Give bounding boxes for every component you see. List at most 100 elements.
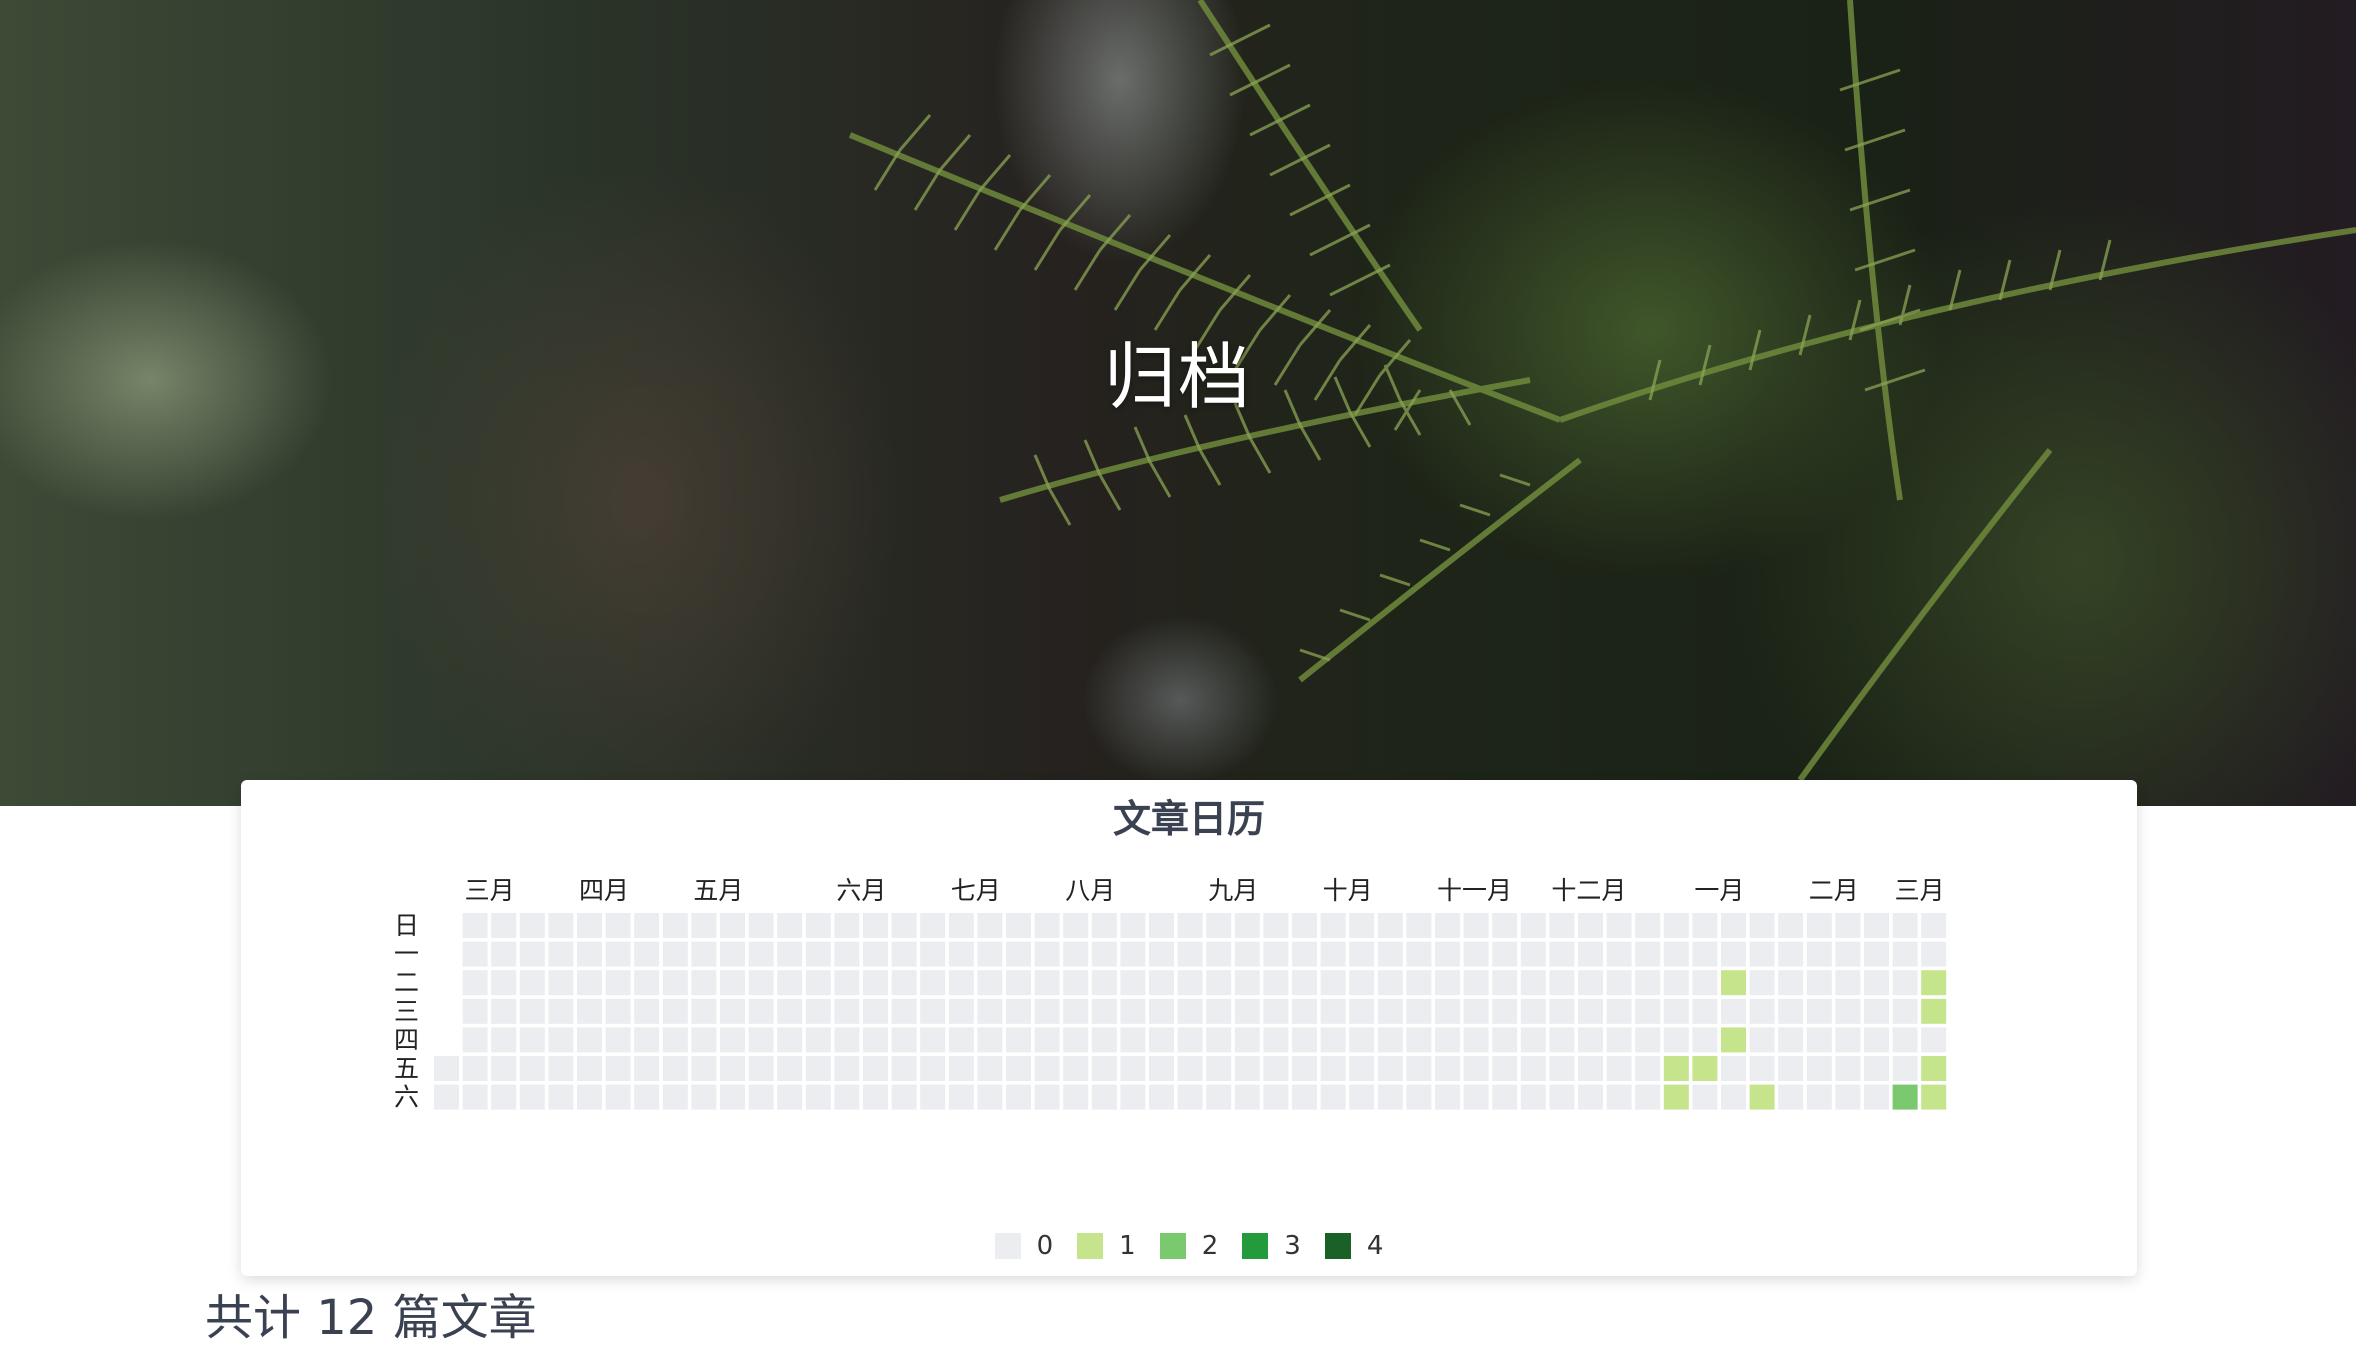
calendar-day-cell[interactable] [1149, 1056, 1174, 1081]
calendar-day-cell[interactable] [777, 1027, 803, 1053]
calendar-day-cell[interactable] [1091, 998, 1117, 1024]
calendar-day-cell[interactable] [462, 941, 488, 967]
calendar-day-cell[interactable] [977, 998, 1003, 1024]
calendar-day-cell[interactable] [1377, 970, 1403, 996]
calendar-day-cell[interactable] [634, 998, 660, 1024]
calendar-day-cell[interactable] [491, 1084, 517, 1110]
calendar-day-cell[interactable] [1778, 941, 1804, 967]
calendar-day-cell[interactable] [1892, 941, 1918, 967]
calendar-day-cell[interactable] [920, 1027, 946, 1053]
calendar-day-cell[interactable] [1320, 1084, 1346, 1110]
calendar-day-cell[interactable] [1206, 998, 1232, 1024]
calendar-day-cell[interactable] [1320, 1056, 1346, 1081]
calendar-day-cell[interactable] [1520, 1084, 1546, 1110]
calendar-day-cell[interactable] [834, 970, 860, 996]
calendar-day-cell[interactable] [691, 941, 717, 967]
calendar-day-cell[interactable] [834, 1056, 860, 1081]
calendar-day-cell[interactable] [1263, 1027, 1289, 1053]
calendar-day-cell[interactable] [1120, 1084, 1146, 1110]
calendar-day-cell[interactable] [1091, 1084, 1117, 1110]
calendar-day-cell[interactable] [1435, 913, 1460, 938]
calendar-day-cell[interactable] [548, 1084, 574, 1110]
calendar-day-cell[interactable] [1864, 1056, 1889, 1081]
calendar-day-cell[interactable] [1892, 913, 1918, 938]
calendar-day-cell[interactable] [634, 913, 660, 938]
calendar-day-cell[interactable] [948, 1056, 974, 1081]
calendar-day-cell[interactable] [519, 1027, 545, 1053]
calendar-day-cell[interactable] [720, 970, 745, 996]
calendar-day-cell[interactable] [1892, 970, 1918, 996]
calendar-day-cell[interactable] [748, 970, 774, 996]
calendar-day-cell[interactable] [1864, 913, 1889, 938]
calendar-day-cell[interactable] [863, 998, 888, 1024]
calendar-day-cell[interactable] [1349, 970, 1375, 996]
calendar-day-cell[interactable] [634, 1084, 660, 1110]
calendar-day-cell[interactable] [1234, 970, 1260, 996]
calendar-day-cell[interactable] [777, 970, 803, 996]
calendar-day-cell[interactable] [462, 970, 488, 996]
calendar-day-cell[interactable] [1349, 941, 1375, 967]
calendar-day-cell[interactable] [1549, 913, 1575, 938]
calendar-day-cell[interactable] [605, 941, 631, 967]
calendar-day-cell[interactable] [548, 970, 574, 996]
calendar-day-cell[interactable] [920, 941, 946, 967]
calendar-day-cell[interactable] [977, 941, 1003, 967]
calendar-day-cell[interactable] [863, 913, 888, 938]
calendar-day-cell[interactable] [748, 1027, 774, 1053]
calendar-day-cell[interactable] [605, 998, 631, 1024]
calendar-day-cell[interactable] [834, 1027, 860, 1053]
calendar-day-cell[interactable] [605, 1027, 631, 1053]
calendar-day-cell[interactable] [1921, 1056, 1947, 1081]
calendar-day-cell[interactable] [1177, 998, 1203, 1024]
calendar-day-cell[interactable] [1606, 970, 1632, 996]
calendar-day-cell[interactable] [948, 998, 974, 1024]
calendar-day-cell[interactable] [1520, 941, 1546, 967]
calendar-day-cell[interactable] [834, 998, 860, 1024]
calendar-day-cell[interactable] [748, 941, 774, 967]
calendar-day-cell[interactable] [1063, 998, 1089, 1024]
calendar-day-cell[interactable] [1549, 1084, 1575, 1110]
calendar-day-cell[interactable] [1606, 1027, 1632, 1053]
calendar-day-cell[interactable] [948, 913, 974, 938]
calendar-day-cell[interactable] [519, 1084, 545, 1110]
calendar-day-cell[interactable] [1234, 941, 1260, 967]
calendar-day-cell[interactable] [1063, 941, 1089, 967]
calendar-day-cell[interactable] [748, 913, 774, 938]
calendar-day-cell[interactable] [1835, 913, 1861, 938]
calendar-day-cell[interactable] [462, 913, 488, 938]
calendar-day-cell[interactable] [1463, 998, 1489, 1024]
calendar-day-cell[interactable] [1492, 913, 1518, 938]
calendar-day-cell[interactable] [1549, 998, 1575, 1024]
calendar-day-cell[interactable] [920, 970, 946, 996]
calendar-day-cell[interactable] [1263, 1056, 1289, 1081]
calendar-day-cell[interactable] [605, 970, 631, 996]
calendar-day-cell[interactable] [491, 1056, 517, 1081]
calendar-day-cell[interactable] [1635, 1056, 1661, 1081]
calendar-day-cell[interactable] [691, 1056, 717, 1081]
calendar-day-cell[interactable] [1377, 941, 1403, 967]
calendar-day-cell[interactable] [1406, 998, 1432, 1024]
calendar-day-cell[interactable] [1292, 941, 1317, 967]
calendar-day-cell[interactable] [891, 1056, 917, 1081]
calendar-day-cell[interactable] [1635, 998, 1661, 1024]
calendar-day-cell[interactable] [748, 1056, 774, 1081]
calendar-day-cell[interactable] [1034, 970, 1060, 996]
calendar-day-cell[interactable] [805, 1027, 831, 1053]
calendar-day-cell[interactable] [1721, 970, 1746, 996]
calendar-day-cell[interactable] [691, 1084, 717, 1110]
calendar-day-cell[interactable] [948, 1027, 974, 1053]
calendar-day-cell[interactable] [1663, 913, 1689, 938]
calendar-day-cell[interactable] [1234, 998, 1260, 1024]
calendar-day-cell[interactable] [1234, 1084, 1260, 1110]
calendar-day-cell[interactable] [1091, 913, 1117, 938]
calendar-day-cell[interactable] [720, 913, 745, 938]
calendar-day-cell[interactable] [1320, 998, 1346, 1024]
calendar-day-cell[interactable] [1492, 970, 1518, 996]
calendar-day-cell[interactable] [1692, 941, 1718, 967]
calendar-day-cell[interactable] [548, 998, 574, 1024]
calendar-day-cell[interactable] [577, 998, 602, 1024]
calendar-day-cell[interactable] [834, 913, 860, 938]
calendar-day-cell[interactable] [1091, 1056, 1117, 1081]
calendar-day-cell[interactable] [462, 1084, 488, 1110]
calendar-day-cell[interactable] [1006, 941, 1031, 967]
